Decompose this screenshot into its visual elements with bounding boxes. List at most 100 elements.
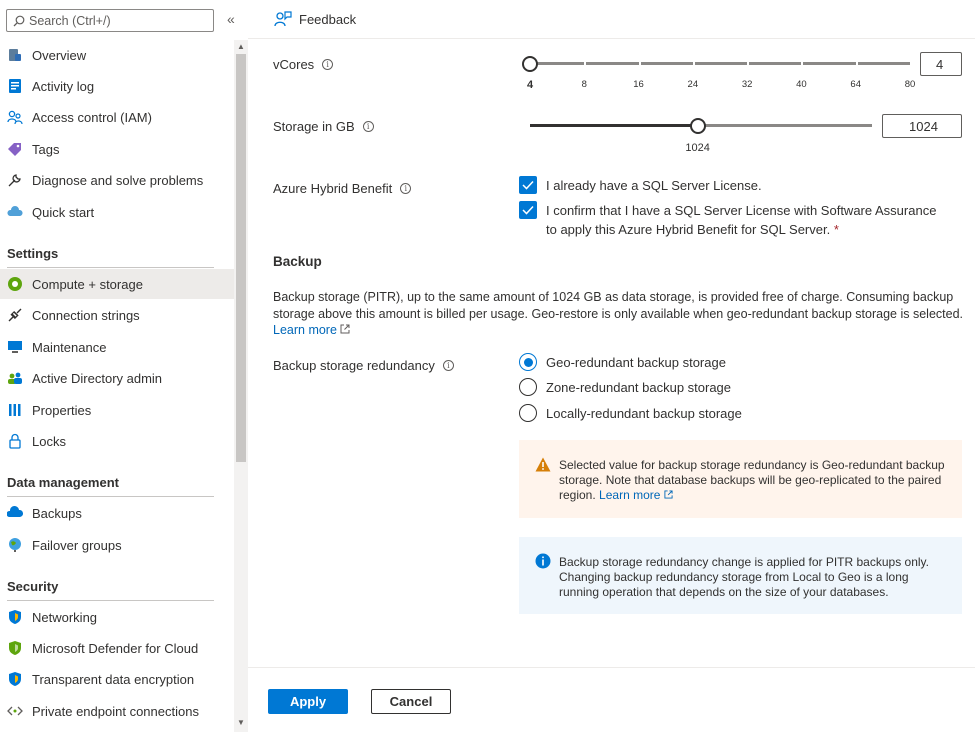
vcores-tick-mark <box>801 61 804 66</box>
software-assurance-checkbox-label: I confirm that I have a SQL Server Licen… <box>546 203 937 237</box>
section-security: Security <box>7 579 214 601</box>
sidebar-item-connection-strings[interactable]: Connection strings <box>0 300 234 330</box>
software-assurance-checkbox[interactable] <box>519 201 537 219</box>
section-settings: Settings <box>7 246 214 268</box>
sidebar-item-tde[interactable]: Transparent data encryption <box>0 664 234 694</box>
vcores-tick-label: 80 <box>904 79 916 90</box>
monitor-icon <box>7 339 23 355</box>
vcores-tick-label: 8 <box>581 79 587 90</box>
endpoint-icon <box>7 703 23 719</box>
scroll-down-icon[interactable]: ▼ <box>236 718 246 728</box>
locally-redundant-radio[interactable] <box>519 404 537 422</box>
hybrid-benefit-label: Azure Hybrid Benefit i <box>273 181 412 196</box>
defender-shield-icon <box>7 640 23 656</box>
vcores-tick-label: 32 <box>741 79 753 90</box>
sidebar-item-overview[interactable]: Overview <box>0 40 234 70</box>
tag-icon <box>7 141 23 157</box>
vcores-tick-mark <box>584 61 587 66</box>
lock-icon <box>7 433 23 449</box>
scrollbar-thumb[interactable] <box>236 54 246 462</box>
sidebar-item-properties[interactable]: Properties <box>0 395 234 425</box>
warning-message: Selected value for backup storage redund… <box>519 440 962 518</box>
vcores-input[interactable]: 4 <box>920 52 962 76</box>
sidebar-item-backups[interactable]: Backups <box>0 498 234 528</box>
vcores-label: vCores i <box>273 57 334 72</box>
sidebar-item-tags[interactable]: Tags <box>0 134 234 164</box>
vcores-tick-label: 40 <box>796 79 807 90</box>
sidebar-item-private-endpoints[interactable]: Private endpoint connections <box>0 696 234 726</box>
cloud-backup-icon <box>7 505 23 521</box>
globe-icon <box>7 537 23 553</box>
geo-redundant-radio[interactable] <box>519 353 537 371</box>
vcores-thumb[interactable] <box>522 56 538 72</box>
resource-menu: Search (Ctrl+/) « Overview Activity log … <box>0 0 248 732</box>
compute-icon <box>7 276 23 292</box>
sidebar-item-defender[interactable]: Microsoft Defender for Cloud <box>0 633 234 663</box>
footer-bar: Apply Cancel <box>248 667 975 732</box>
info-icon[interactable]: i <box>362 121 374 132</box>
search-placeholder: Search (Ctrl+/) <box>29 13 111 28</box>
zone-redundant-label: Zone-redundant backup storage <box>546 380 732 395</box>
shield-icon <box>7 671 23 687</box>
vcores-tick-mark <box>638 61 641 66</box>
sidebar-item-locks[interactable]: Locks <box>0 426 234 456</box>
backup-description: Backup storage (PITR), up to the same am… <box>273 290 963 337</box>
zone-redundant-radio[interactable] <box>519 378 537 396</box>
checkmark-icon <box>522 205 534 215</box>
vcores-tick-label: 4 <box>526 79 534 91</box>
info-icon[interactable]: i <box>322 59 334 70</box>
info-text: Backup storage redundancy change is appl… <box>559 555 929 599</box>
sidebar-item-access-control[interactable]: Access control (IAM) <box>0 102 234 132</box>
storage-label: Storage in GB i <box>273 119 374 134</box>
sidebar-item-failover-groups[interactable]: Failover groups <box>0 530 234 560</box>
plug-icon <box>7 307 23 323</box>
people-icon <box>7 109 23 125</box>
info-icon[interactable]: i <box>442 360 454 371</box>
sidebar-item-quick-start[interactable]: Quick start <box>0 197 234 227</box>
storage-track-fill <box>530 124 698 127</box>
sql-license-checkbox-label: I already have a SQL Server License. <box>546 178 762 193</box>
command-bar: Feedback <box>248 0 975 39</box>
learn-more-link[interactable]: Learn more <box>273 323 350 337</box>
sidebar-scrollbar[interactable]: ▲ ▼ <box>234 40 248 732</box>
locally-redundant-label: Locally-redundant backup storage <box>546 406 742 421</box>
vcores-tick-label: 24 <box>687 79 699 90</box>
storage-slider-value: 1024 <box>685 142 710 154</box>
activity-log-icon <box>7 78 23 94</box>
apply-button[interactable]: Apply <box>268 689 348 714</box>
feedback-icon <box>274 11 292 27</box>
sql-license-checkbox[interactable] <box>519 176 537 194</box>
storage-thumb[interactable] <box>689 118 706 134</box>
info-message: Backup storage redundancy change is appl… <box>519 537 962 614</box>
sidebar-item-maintenance[interactable]: Maintenance <box>0 332 234 362</box>
cloud-bolt-icon <box>7 204 23 220</box>
collapse-menu-button[interactable]: « <box>227 11 235 27</box>
shield-icon <box>7 609 23 625</box>
required-marker: * <box>833 222 839 237</box>
section-data-management: Data management <box>7 475 214 497</box>
feedback-button[interactable]: Feedback <box>274 10 356 28</box>
sidebar-item-compute-storage[interactable]: Compute + storage <box>0 269 234 299</box>
sidebar-item-ad-admin[interactable]: Active Directory admin <box>0 363 234 393</box>
vcores-track[interactable] <box>530 62 910 65</box>
warning-text: Selected value for backup storage redund… <box>559 458 945 502</box>
sidebar-item-networking[interactable]: Networking <box>0 602 234 632</box>
sidebar-item-activity-log[interactable]: Activity log <box>0 71 234 101</box>
info-icon[interactable]: i <box>400 183 412 194</box>
vcores-tick-label: 16 <box>633 79 644 90</box>
warning-learn-more-link[interactable]: Learn more <box>599 488 673 502</box>
vcores-tick-mark <box>855 61 858 66</box>
properties-icon <box>7 402 23 418</box>
storage-input[interactable]: 1024 <box>882 114 962 138</box>
scroll-up-icon[interactable]: ▲ <box>236 42 246 52</box>
geo-redundant-label: Geo-redundant backup storage <box>546 355 726 370</box>
vcores-tick-label: 64 <box>850 79 861 90</box>
search-input[interactable]: Search (Ctrl+/) <box>6 9 214 32</box>
sidebar-item-diagnose[interactable]: Diagnose and solve problems <box>0 165 234 195</box>
warning-icon <box>535 457 551 472</box>
sql-database-icon <box>7 47 23 63</box>
cancel-button[interactable]: Cancel <box>371 689 451 714</box>
search-icon <box>13 15 25 26</box>
people-icon <box>7 370 23 386</box>
vcores-tick-mark <box>692 61 695 66</box>
